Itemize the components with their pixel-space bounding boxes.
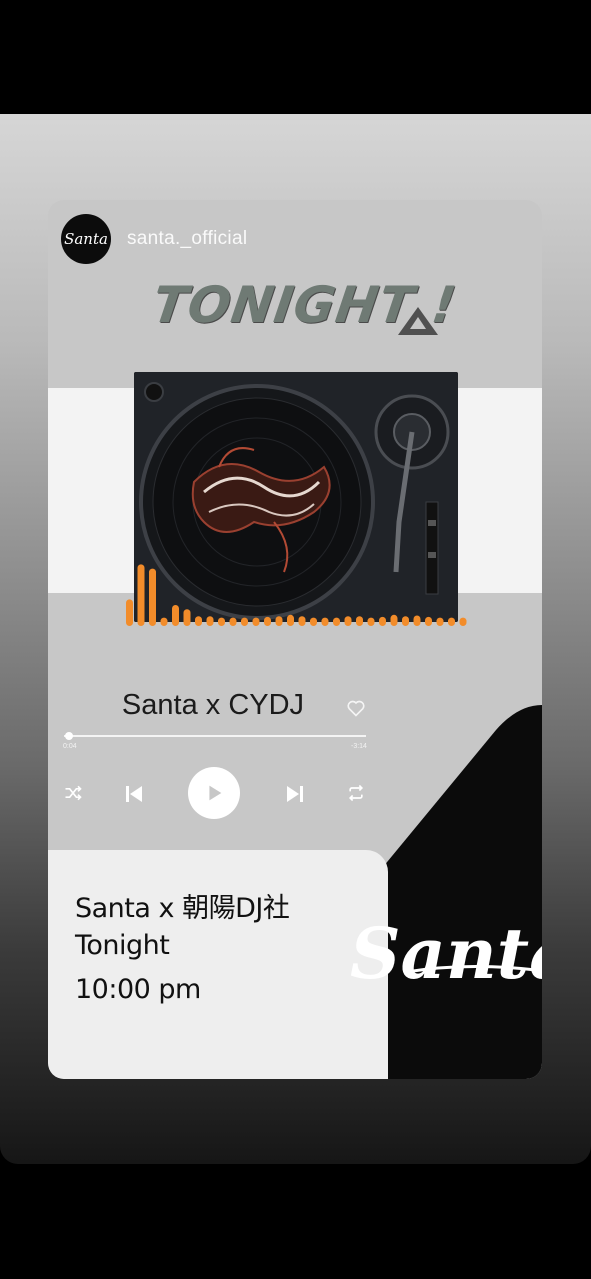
equalizer-bar <box>183 609 191 626</box>
shuffle-button[interactable] <box>62 782 84 804</box>
equalizer-bar <box>425 616 432 626</box>
repeat-button[interactable] <box>344 782 368 804</box>
equalizer-bar <box>160 617 168 626</box>
story-card: Santa santa._official TONIGHT ! Santa x … <box>48 200 542 1079</box>
shuffle-icon <box>65 785 82 801</box>
equalizer-bar <box>321 617 329 626</box>
event-info-panel <box>48 850 388 1079</box>
track-title: Santa x CYDJ <box>121 689 305 721</box>
equalizer-bar <box>264 616 271 626</box>
equalizer-bar <box>390 614 398 626</box>
equalizer-bar <box>275 616 283 626</box>
skip-next-icon <box>287 786 303 802</box>
next-button[interactable] <box>281 780 309 808</box>
heart-icon[interactable] <box>346 698 366 718</box>
equalizer-bar <box>229 617 237 626</box>
equalizer-bar <box>459 617 467 626</box>
santa-logo: Santa <box>350 912 542 995</box>
equalizer-bar <box>413 615 421 626</box>
equalizer-bar <box>137 564 145 626</box>
play-button[interactable] <box>188 767 240 819</box>
progress-handle[interactable] <box>65 732 73 740</box>
event-day: Tonight <box>75 930 170 961</box>
play-icon <box>209 785 222 801</box>
equalizer-bar <box>206 616 214 626</box>
equalizer-bar <box>149 568 156 626</box>
equalizer-bar <box>367 617 375 626</box>
skip-previous-icon <box>126 786 142 802</box>
equalizer-bar <box>356 616 363 626</box>
previous-button[interactable] <box>120 780 148 808</box>
triangle-icon <box>398 307 438 335</box>
equalizer-bar <box>436 617 444 626</box>
progress-bar[interactable] <box>64 735 366 737</box>
audio-equalizer <box>126 564 467 626</box>
equalizer-bar <box>448 617 455 626</box>
equalizer-bar <box>252 617 260 626</box>
profile-avatar[interactable]: Santa <box>61 214 111 264</box>
equalizer-bar <box>287 614 294 626</box>
equalizer-bar <box>218 617 225 626</box>
equalizer-bar <box>126 599 133 626</box>
time-elapsed: 0:04 <box>63 743 77 750</box>
avatar-logo-text: Santa <box>64 230 108 248</box>
repeat-icon <box>348 784 364 802</box>
event-title: Santa x 朝陽DJ社 <box>75 893 290 924</box>
equalizer-bar <box>402 616 409 626</box>
event-time: 10:00 pm <box>75 974 201 1005</box>
equalizer-bar <box>241 617 248 626</box>
equalizer-bar <box>379 616 386 626</box>
equalizer-bar <box>310 617 317 626</box>
equalizer-bar <box>344 616 352 626</box>
equalizer-bar <box>298 616 306 626</box>
equalizer-bar <box>333 617 340 626</box>
logo-text: Santa <box>350 912 542 995</box>
equalizer-bar <box>172 605 179 626</box>
time-remaining: -3:14 <box>351 743 367 750</box>
equalizer-bar <box>195 616 202 626</box>
profile-username[interactable]: santa._official <box>127 228 247 250</box>
